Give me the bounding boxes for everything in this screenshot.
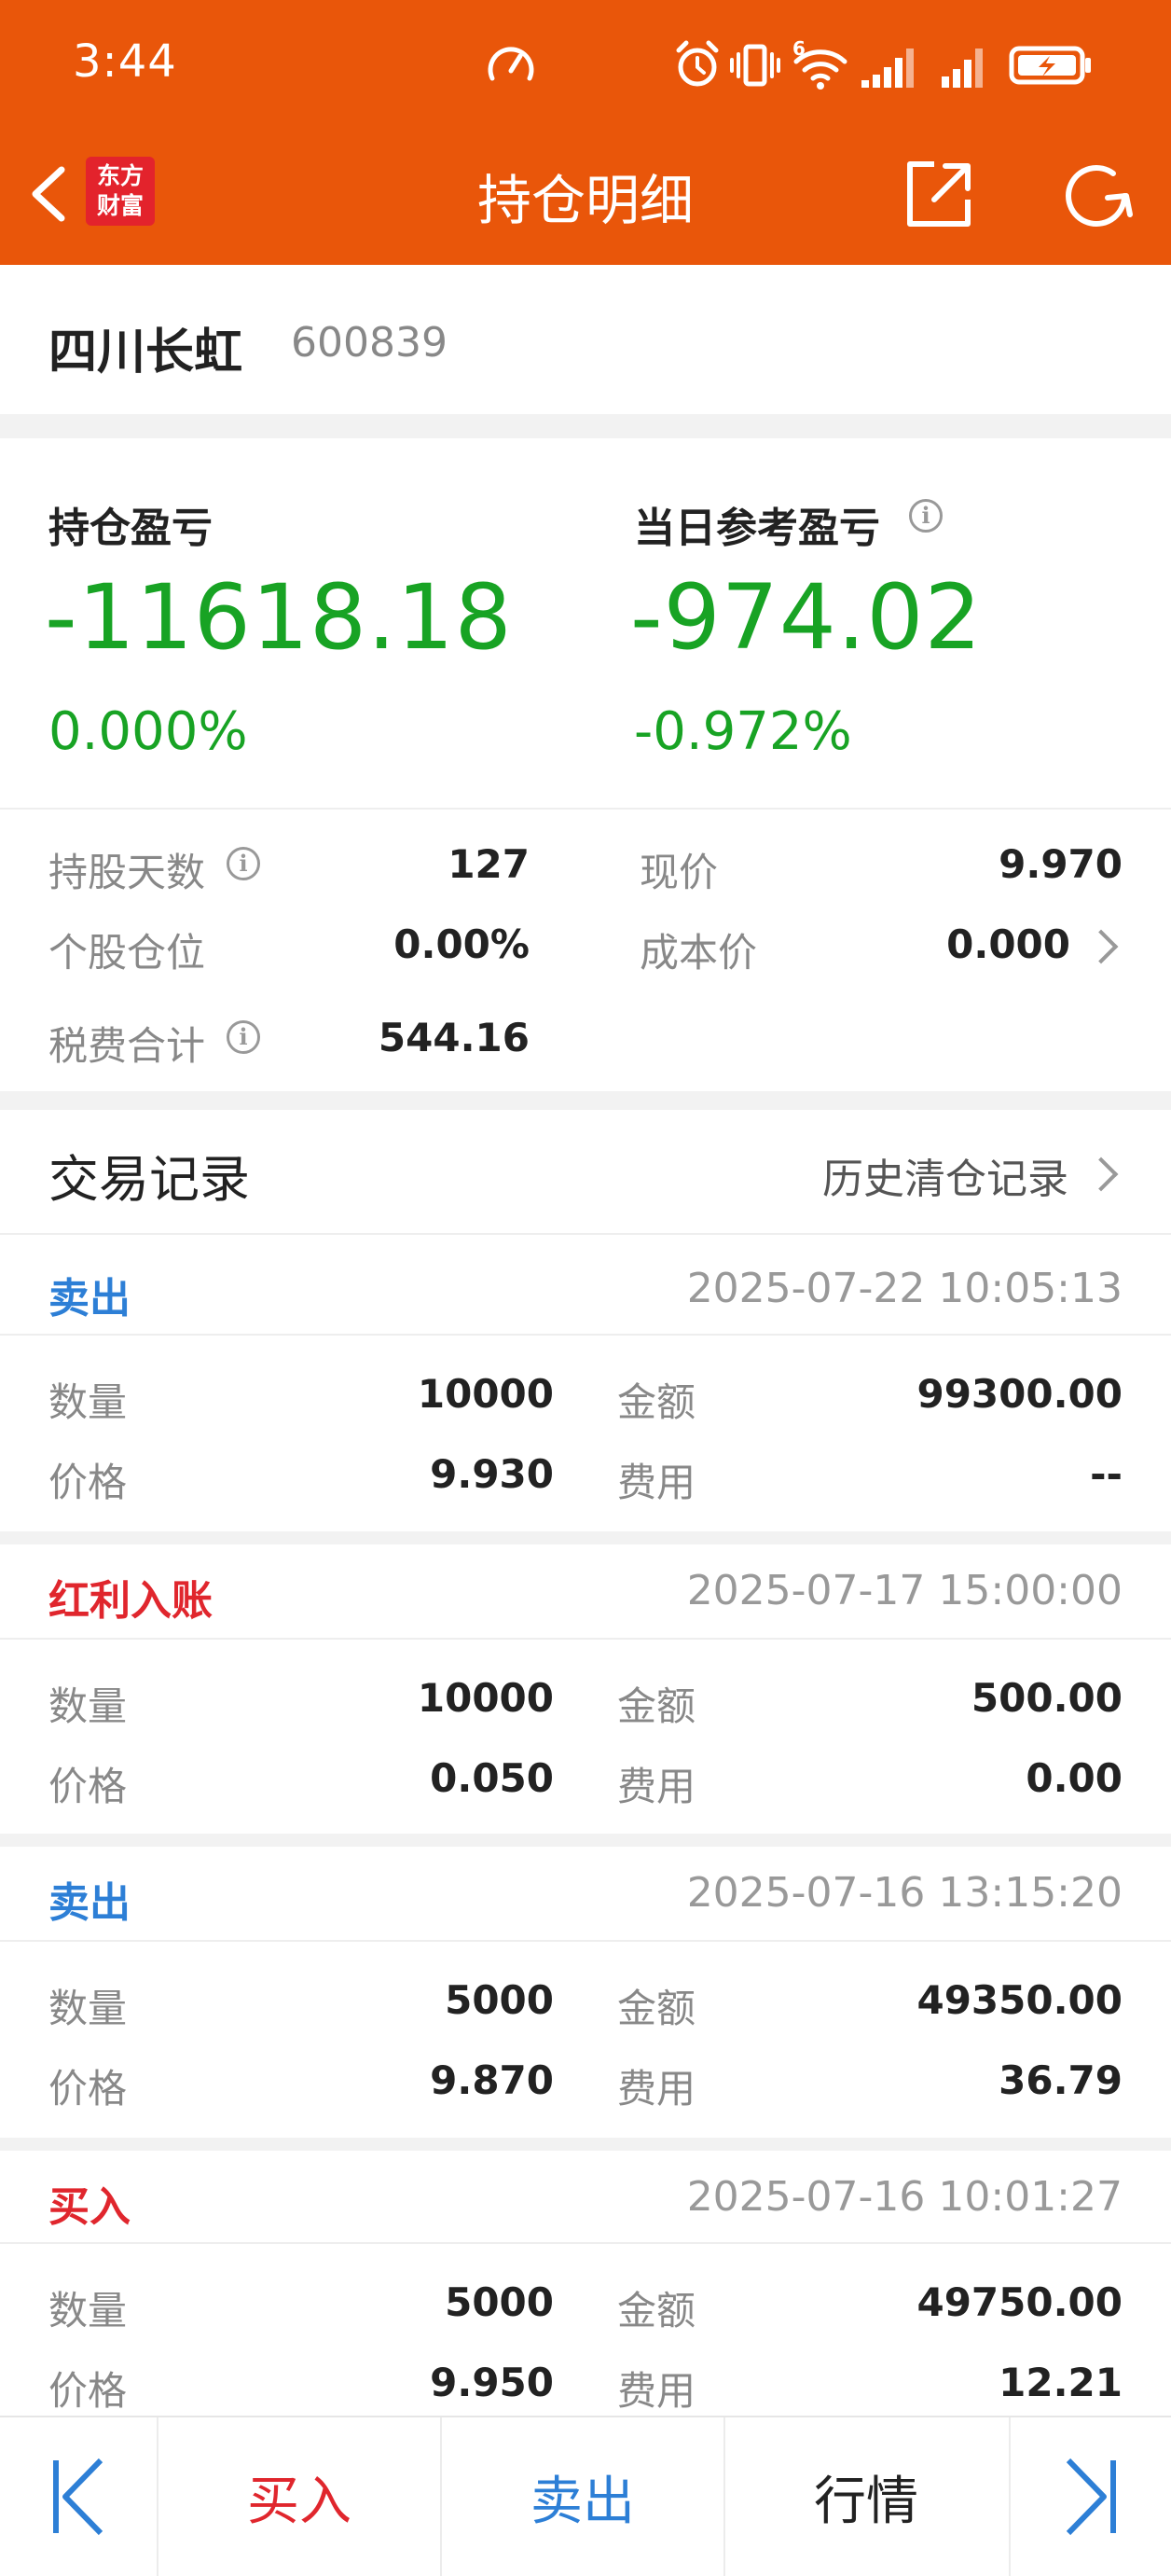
amount-value: 500.00: [971, 1675, 1123, 1721]
current-price-label: 现价: [640, 850, 719, 895]
alarm-icon: [676, 40, 719, 87]
amount-label: 金额: [617, 1379, 696, 1425]
amount-label: 金额: [617, 2288, 696, 2334]
hold-days-value: 127: [448, 841, 530, 887]
section-gap: [0, 1091, 1171, 1110]
price-value: 0.050: [430, 1755, 554, 1801]
hold-days-label: 持股天数: [48, 850, 206, 895]
qty-value: 5000: [445, 1977, 554, 2023]
signal-icon: [861, 48, 914, 88]
fee-value: 36.79: [999, 2057, 1123, 2103]
price-label: 价格: [48, 1764, 128, 1809]
qty-value: 10000: [417, 1675, 554, 1721]
qty-value: 10000: [417, 1371, 554, 1417]
fee-value: --: [1090, 1451, 1123, 1497]
vibrate-icon: [730, 44, 780, 87]
history-clear-records-link[interactable]: 历史清仓记录: [822, 1145, 1068, 1205]
amount-value: 49750.00: [916, 2279, 1123, 2325]
record-type: 卖出: [48, 1879, 131, 1927]
qty-label: 数量: [48, 1683, 128, 1729]
position-ratio-value: 0.00%: [393, 921, 530, 967]
position-pl-pct: 0.000%: [48, 701, 248, 762]
position-pl-value: -11618.18: [45, 565, 513, 670]
fee-label: 费用: [617, 2368, 696, 2414]
divider: [0, 808, 1171, 810]
divider: [0, 1638, 1171, 1640]
speedometer-icon: [488, 47, 534, 81]
amount-label: 金额: [617, 1986, 696, 2031]
record-type: 红利入账: [48, 1577, 213, 1625]
price-label: 价格: [48, 2368, 128, 2414]
divider: [0, 1334, 1171, 1336]
price-value: 9.930: [430, 1451, 554, 1497]
fee-label: 费用: [617, 1460, 696, 1505]
share-icon[interactable]: [902, 159, 975, 231]
signal-icon-2: [942, 48, 983, 88]
top-app-bar: 3:44 6 东方 财富 持仓明细: [0, 0, 1171, 265]
record-type: 卖出: [48, 1275, 131, 1323]
qty-label: 数量: [48, 1379, 128, 1425]
wifi-6-label: 6: [792, 37, 806, 60]
price-value: 9.870: [430, 2057, 554, 2103]
record-datetime: 2025-07-22 10:05:13: [686, 1265, 1123, 1312]
divider: [0, 2242, 1171, 2244]
qty-label: 数量: [48, 2288, 128, 2334]
buy-button[interactable]: 买入: [158, 2417, 440, 2576]
chevron-right-icon[interactable]: [1083, 929, 1119, 964]
fee-value: 12.21: [999, 2360, 1123, 2405]
qty-value: 5000: [445, 2279, 554, 2325]
chevron-right-icon[interactable]: [1083, 1156, 1119, 1192]
record-datetime: 2025-07-16 13:15:20: [686, 1869, 1123, 1917]
daily-pl-pct: -0.972%: [634, 701, 852, 762]
divider: [0, 1233, 1171, 1235]
record-type: 买入: [48, 2183, 131, 2231]
position-pl-label: 持仓盈亏: [48, 505, 213, 552]
fees-total-value: 544.16: [378, 1015, 530, 1060]
records-title: 交易记录: [48, 1150, 250, 1209]
next-icon: [1066, 2458, 1116, 2536]
info-icon[interactable]: i: [909, 499, 943, 533]
daily-pl-value: -974.02: [630, 565, 983, 670]
info-icon[interactable]: i: [227, 847, 260, 880]
next-stock-button[interactable]: [1011, 2417, 1171, 2576]
section-gap: [0, 414, 1171, 438]
amount-value: 49350.00: [916, 1977, 1123, 2023]
fee-value: 0.00: [1026, 1755, 1123, 1801]
previous-icon: [53, 2458, 103, 2536]
quote-button[interactable]: 行情: [725, 2417, 1007, 2576]
record-gap: [0, 1834, 1171, 1847]
divider: [0, 1940, 1171, 1942]
amount-label: 金额: [617, 1683, 696, 1729]
record-datetime: 2025-07-16 10:01:27: [686, 2173, 1123, 2221]
current-price-value: 9.970: [999, 841, 1123, 887]
stock-code: 600839: [291, 319, 448, 367]
stock-name: 四川长虹: [48, 325, 243, 381]
cost-price-value[interactable]: 0.000: [946, 921, 1070, 967]
fee-label: 费用: [617, 1764, 696, 1809]
info-icon[interactable]: i: [227, 1020, 260, 1054]
daily-pl-label: 当日参考盈亏: [634, 505, 880, 552]
price-label: 价格: [48, 2066, 128, 2112]
cost-price-label[interactable]: 成本价: [640, 921, 757, 978]
amount-value: 99300.00: [916, 1371, 1123, 1417]
qty-label: 数量: [48, 1986, 128, 2031]
previous-stock-button[interactable]: [0, 2417, 157, 2576]
page-title: 持仓明细: [476, 169, 694, 232]
fee-label: 费用: [617, 2066, 696, 2112]
refresh-icon[interactable]: [1059, 159, 1137, 233]
record-gap: [0, 1531, 1171, 1544]
position-ratio-label: 个股仓位: [48, 930, 206, 976]
fees-total-label: 税费合计: [48, 1023, 206, 1069]
status-time: 3:44: [73, 35, 177, 88]
bottom-action-bar: 买入 卖出 行情: [0, 2416, 1171, 2576]
sell-button[interactable]: 卖出: [442, 2417, 723, 2576]
record-gap: [0, 2138, 1171, 2151]
battery-charging-icon: [1009, 46, 1091, 85]
record-datetime: 2025-07-17 15:00:00: [686, 1567, 1123, 1614]
price-label: 价格: [48, 1460, 128, 1505]
price-value: 9.950: [430, 2360, 554, 2405]
